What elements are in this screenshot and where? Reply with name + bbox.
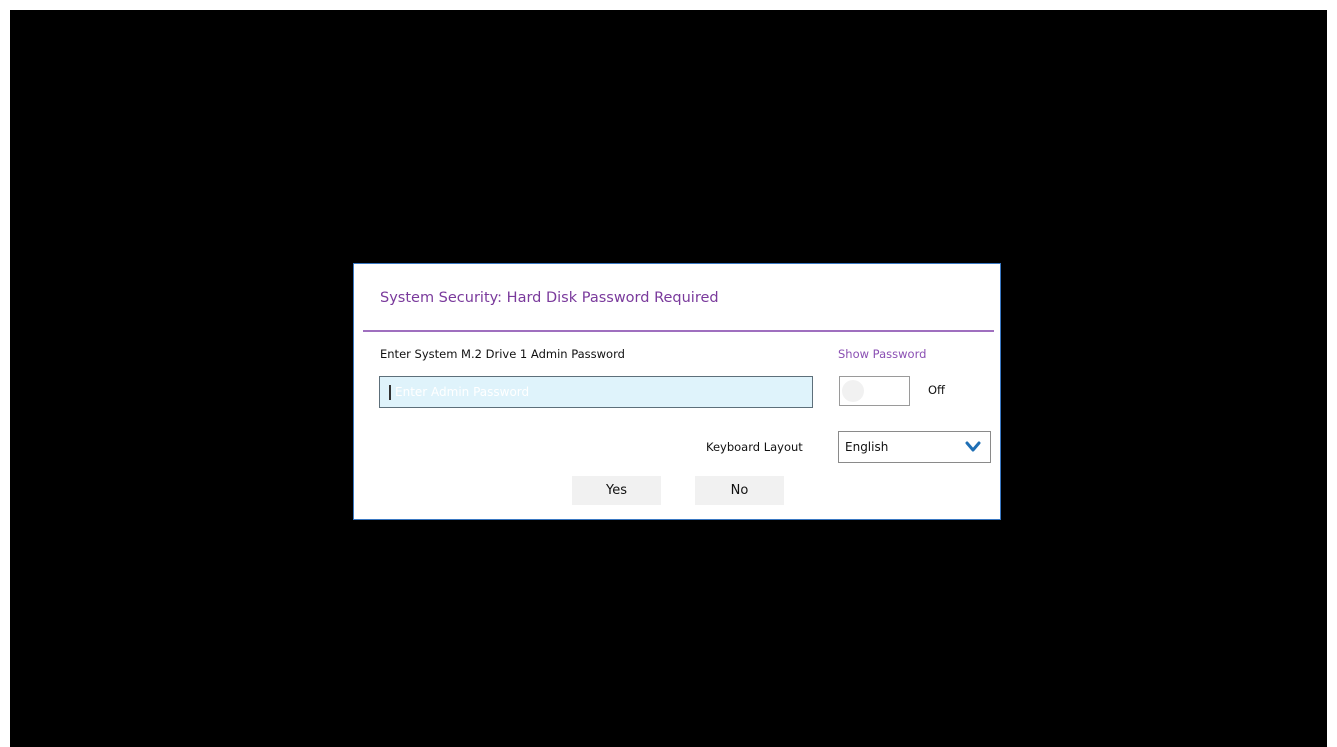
password-input[interactable] — [391, 377, 812, 407]
show-password-toggle[interactable] — [839, 376, 910, 406]
toggle-knob — [842, 380, 864, 402]
password-field-label: Enter System M.2 Drive 1 Admin Password — [380, 347, 625, 361]
screen-background: System Security: Hard Disk Password Requ… — [10, 10, 1327, 747]
toggle-state-label: Off — [928, 383, 945, 397]
yes-button[interactable]: Yes — [572, 476, 661, 505]
no-button[interactable]: No — [695, 476, 784, 505]
keyboard-layout-value: English — [845, 440, 889, 454]
title-divider — [363, 330, 994, 332]
keyboard-layout-select[interactable]: English — [838, 431, 991, 463]
dialog-title: System Security: Hard Disk Password Requ… — [380, 290, 719, 306]
chevron-down-icon — [965, 441, 981, 452]
password-dialog: System Security: Hard Disk Password Requ… — [353, 263, 1001, 520]
show-password-label: Show Password — [838, 347, 927, 361]
keyboard-layout-label: Keyboard Layout — [706, 440, 803, 454]
password-field[interactable] — [379, 376, 813, 408]
